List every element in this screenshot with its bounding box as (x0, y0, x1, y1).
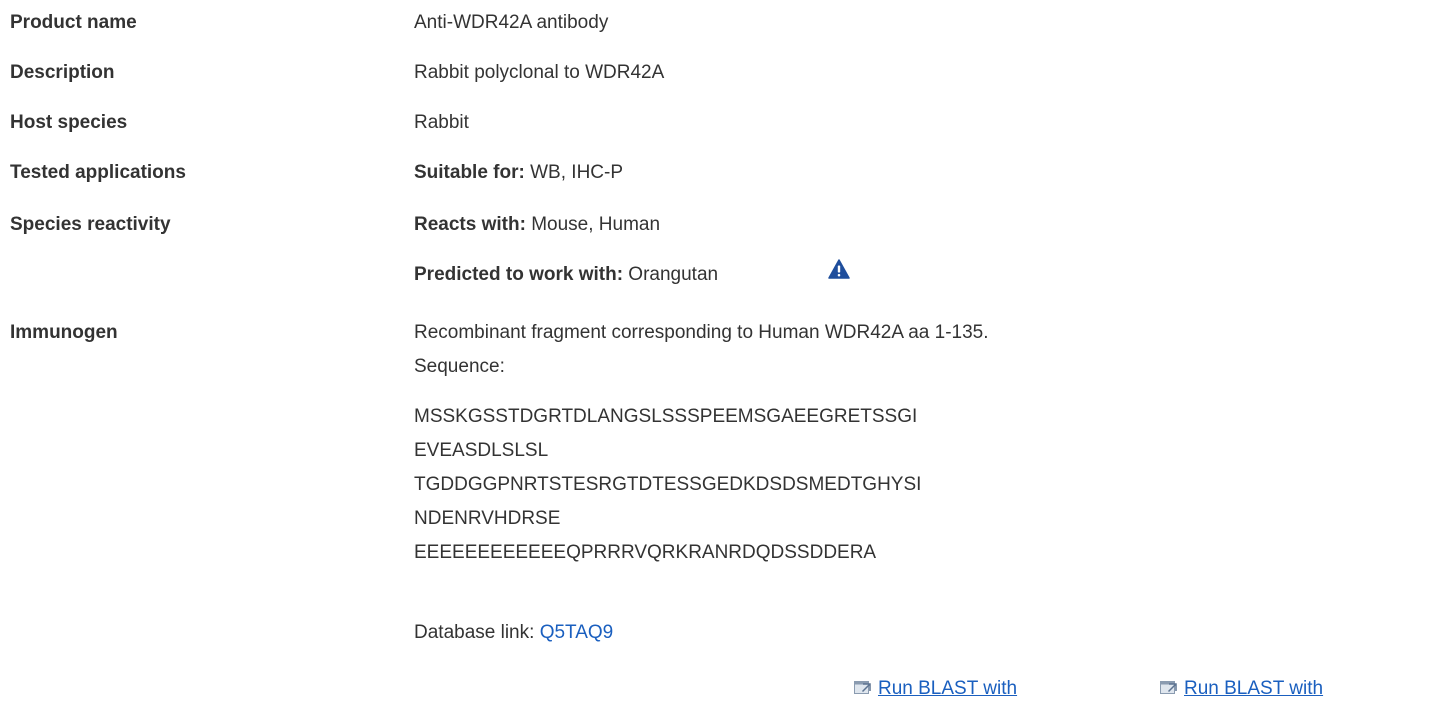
sequence-line: TGDDGGPNRTSTESRGTDTESSGEDKDSDSMEDTGHYSI (414, 474, 922, 495)
reacts-with-value: Reacts with: Mouse, Human (414, 214, 660, 236)
description-value: Rabbit polyclonal to WDR42A (414, 62, 665, 83)
tested-applications-value: Suitable for: WB, IHC-P (414, 162, 623, 184)
run-blast-label-2: Run BLAST with (1184, 678, 1324, 699)
sequence-line: EVEASDLSLSL (414, 440, 549, 461)
reacts-with-prefix: Reacts with: (414, 214, 526, 235)
description-label: Description (10, 62, 115, 83)
run-blast-label-1: Run BLAST with (878, 678, 1018, 699)
sequence-label: Sequence: (414, 356, 505, 377)
product-name-value: Anti-WDR42A antibody (414, 12, 609, 33)
host-species-label: Host species (10, 112, 128, 133)
suitable-for-prefix: Suitable for: (414, 162, 525, 183)
sequence-line: NDENRVHDRSE (414, 508, 561, 529)
host-species-value: Rabbit (414, 112, 469, 133)
external-window-icon (1160, 679, 1177, 694)
warning-triangle-icon[interactable] (828, 259, 850, 279)
sequence-line: MSSKGSSTDGRTDLANGSLSSSPEEMSGAEEGRETSSGI (414, 406, 918, 427)
sequence-line: EEEEEEEEEEEEQPRRRVQRKRANRDQDSSDDERA (414, 542, 877, 563)
run-blast-button-2[interactable]: Run BLAST with (1160, 678, 1323, 700)
predicted-to-work-species: Orangutan (623, 264, 719, 285)
immunogen-description: Recombinant fragment corresponding to Hu… (414, 322, 989, 343)
database-link-row: Database link: Q5TAQ9 (414, 622, 613, 644)
tested-applications-label: Tested applications (10, 162, 186, 183)
run-blast-button-1[interactable]: Run BLAST with (854, 678, 1017, 700)
product-name-label: Product name (10, 12, 137, 33)
external-window-icon (854, 679, 871, 694)
database-link-q5taq9[interactable]: Q5TAQ9 (540, 622, 614, 643)
reacts-with-species: Mouse, Human (525, 214, 661, 235)
predicted-to-work-value: Predicted to work with: Orangutan (414, 264, 718, 286)
predicted-to-work-prefix: Predicted to work with: (414, 264, 624, 285)
database-link-label: Database link: (414, 622, 540, 643)
immunogen-label: Immunogen (10, 322, 118, 343)
suitable-for-value: WB, IHC-P (524, 162, 624, 183)
species-reactivity-label: Species reactivity (10, 214, 171, 235)
